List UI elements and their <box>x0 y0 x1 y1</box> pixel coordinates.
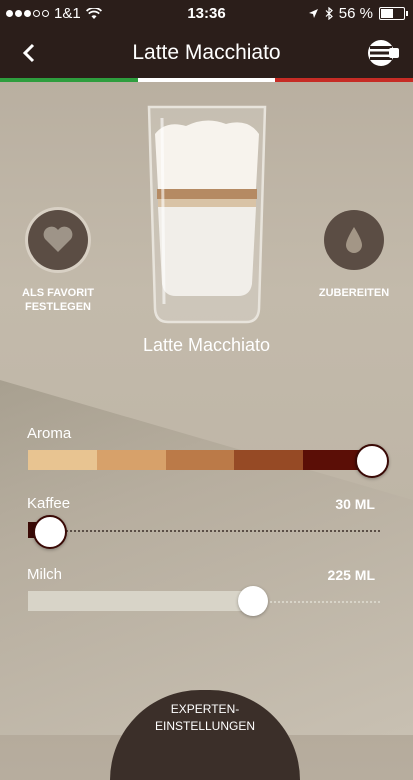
favorite-label: ALS FAVORIT FESTLEGEN <box>22 287 94 313</box>
bluetooth-icon <box>325 7 333 20</box>
italian-flag-stripe <box>0 78 413 82</box>
milch-slider-track[interactable] <box>253 601 380 603</box>
drink-name: Latte Macchiato <box>142 335 271 355</box>
aroma-segment[interactable] <box>234 450 304 470</box>
battery-percent: 56 % <box>338 5 373 22</box>
aroma-slider-knob[interactable] <box>355 444 389 478</box>
status-bar: 1&1 13:36 56 % <box>0 0 413 28</box>
aroma-label: Aroma <box>27 425 72 442</box>
brew-label: ZUBEREITEN <box>318 287 390 299</box>
milch-value: 225 ML <box>327 567 375 583</box>
kaffee-slider-knob[interactable] <box>33 515 67 549</box>
battery-icon <box>379 7 408 20</box>
navigation-bar: Latte Macchiato <box>0 28 413 78</box>
milch-label: Milch <box>27 566 63 583</box>
milch-slider-fill[interactable] <box>28 591 254 611</box>
drop-icon <box>346 227 362 253</box>
location-arrow-icon <box>308 9 318 18</box>
aroma-slider-track[interactable] <box>28 450 372 470</box>
heart-icon <box>43 226 73 252</box>
aroma-segment[interactable] <box>165 450 235 470</box>
kaffee-slider-track[interactable] <box>38 530 380 532</box>
brew-button[interactable] <box>324 210 384 270</box>
latte-macchiato-glass-illustration <box>147 105 267 324</box>
favorite-button[interactable] <box>28 210 88 270</box>
menu-logo-icon[interactable] <box>361 38 401 68</box>
expert-settings-label-line1: EXPERTEN- <box>170 702 240 716</box>
expert-settings-button[interactable]: EXPERTEN- EINSTELLUNGEN <box>110 690 300 780</box>
aroma-segment[interactable] <box>96 450 166 470</box>
aroma-segment[interactable] <box>28 450 97 470</box>
kaffee-value: 30 ML <box>335 496 375 512</box>
kaffee-label: Kaffee <box>27 495 71 512</box>
page-title: Latte Macchiato <box>132 41 281 64</box>
expert-settings-label-line2: EINSTELLUNGEN <box>154 719 256 733</box>
